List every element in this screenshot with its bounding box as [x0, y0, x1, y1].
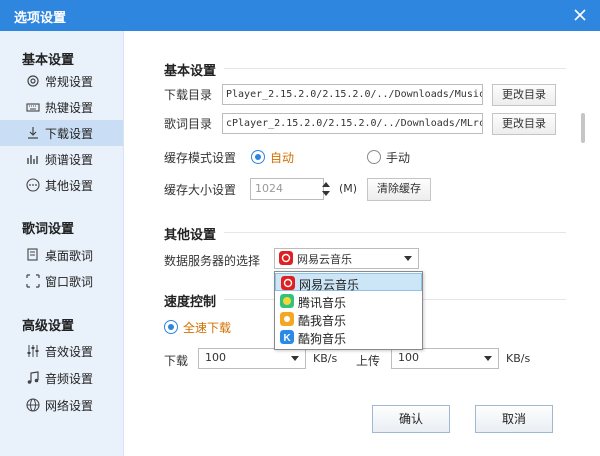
gear-icon	[27, 75, 39, 87]
chevron-down-icon	[291, 356, 299, 361]
server-option-tencent[interactable]: 腾讯音乐	[275, 292, 422, 310]
change-download-dir-button[interactable]: 更改目录	[492, 84, 556, 106]
chevron-down-icon	[484, 356, 492, 361]
scrollbar-thumb[interactable]	[581, 113, 585, 143]
change-lyrics-dir-button[interactable]: 更改目录	[492, 113, 556, 135]
sidebar-item-label: 常规设置	[45, 74, 94, 89]
sidebar-item-label: 热键设置	[45, 100, 94, 115]
window-lyrics-icon	[26, 274, 40, 288]
sidebar-item-audio[interactable]: 音频设置	[0, 365, 123, 391]
speed-control-title: 速度控制	[164, 295, 217, 310]
sidebar-item-label: 网络设置	[45, 398, 94, 413]
ok-button[interactable]: 确认	[372, 405, 450, 433]
lyrics-dir-field[interactable]: cPlayer_2.15.2.0/2.15.2.0/../Downloads/M…	[222, 113, 483, 134]
server-label: 数据服务器的选择	[164, 254, 261, 268]
server-option-label: 酷狗音乐	[298, 332, 347, 346]
window-title: 选项设置	[14, 11, 67, 26]
equalizer-icon	[27, 345, 39, 357]
sidebar-item-general[interactable]: 常规设置	[0, 68, 123, 94]
sidebar-item-sound-effects[interactable]: 音效设置	[0, 338, 123, 364]
spectrum-icon	[27, 155, 38, 164]
settings-content: 基本设置 下载目录 Player_2.15.2.0/2.15.2.0/../Do…	[124, 31, 600, 456]
download-speed-select[interactable]: 100	[198, 348, 306, 369]
server-select[interactable]: 网易云音乐	[274, 248, 419, 269]
download-dir-field[interactable]: Player_2.15.2.0/2.15.2.0/../Downloads/Mu…	[222, 84, 483, 105]
upload-speed-value: 100	[398, 351, 419, 364]
sidebar-item-download[interactable]: 下载设置	[0, 120, 123, 146]
download-unit: KB/s	[313, 352, 338, 365]
sidebar-item-label: 窗口歌词	[45, 274, 94, 289]
cache-unit: (M)	[339, 182, 358, 195]
close-button[interactable]	[570, 5, 590, 25]
sidebar-item-label: 音效设置	[45, 344, 94, 359]
kuwo-icon	[280, 312, 294, 326]
sidebar-item-network[interactable]: 网络设置	[0, 392, 123, 418]
download-icon	[28, 127, 38, 139]
full-speed-radio[interactable]	[164, 320, 178, 334]
sidebar-item-desktop-lyrics[interactable]: 桌面歌词	[0, 242, 123, 268]
sidebar-section-basic: 基本设置	[22, 53, 75, 68]
desktop-lyrics-icon	[27, 248, 38, 261]
netease-icon	[281, 276, 295, 290]
cache-size-input[interactable]: 1024	[250, 178, 324, 200]
options-dialog: 选项设置 基本设置 常规设置 热键设置 下载设置 频谱设置 其他设置 歌词设置	[0, 0, 600, 456]
sidebar-item-label: 其他设置	[45, 178, 94, 193]
server-dropdown-list: 网易云音乐 腾讯音乐 酷我音乐 K 酷狗音乐	[274, 271, 423, 350]
kugou-icon: K	[280, 330, 294, 344]
sidebar-item-label: 音频设置	[45, 371, 94, 386]
sidebar-item-label: 桌面歌词	[45, 248, 94, 263]
cache-manual-label[interactable]: 手动	[386, 149, 410, 166]
sidebar-section-advanced: 高级设置	[22, 319, 75, 334]
sidebar-item-other[interactable]: 其他设置	[0, 172, 123, 198]
download-speed-value: 100	[205, 351, 226, 364]
title-bar[interactable]: 选项设置	[0, 0, 600, 31]
sidebar-item-window-lyrics[interactable]: 窗口歌词	[0, 268, 123, 294]
sidebar-item-hotkeys[interactable]: 热键设置	[0, 94, 123, 120]
sidebar-section-lyrics: 歌词设置	[22, 222, 75, 237]
upload-speed-select[interactable]: 100	[391, 348, 499, 369]
sidebar-item-label: 下载设置	[45, 126, 94, 141]
lyrics-dir-label: 歌词目录	[164, 117, 213, 131]
download-dir-label: 下载目录	[164, 88, 213, 102]
server-option-kuwo[interactable]: 酷我音乐	[275, 310, 422, 328]
server-option-label: 酷我音乐	[298, 314, 347, 328]
basic-settings-title: 基本设置	[164, 64, 217, 79]
cancel-button[interactable]: 取消	[475, 405, 553, 433]
sidebar-item-spectrum[interactable]: 频谱设置	[0, 146, 123, 172]
download-speed-label: 下载	[164, 354, 189, 368]
divider	[224, 68, 566, 69]
server-option-label: 网易云音乐	[299, 278, 360, 292]
cache-mode-label: 缓存模式设置	[164, 151, 237, 165]
close-icon	[574, 9, 586, 21]
qqmusic-icon	[280, 294, 294, 308]
server-selected: 网易云音乐	[297, 253, 352, 266]
cache-size-label: 缓存大小设置	[164, 183, 237, 197]
sidebar-item-label: 频谱设置	[45, 152, 94, 167]
keyboard-icon	[26, 103, 40, 112]
cache-manual-radio[interactable]	[367, 150, 381, 164]
more-icon	[26, 178, 40, 192]
server-option-kugou[interactable]: K 酷狗音乐	[275, 328, 422, 346]
globe-icon	[26, 398, 40, 412]
divider	[224, 232, 566, 233]
other-settings-title: 其他设置	[164, 228, 217, 243]
chevron-down-icon	[404, 256, 412, 261]
upload-unit: KB/s	[506, 352, 531, 365]
upload-speed-label: 上传	[356, 354, 381, 368]
cache-auto-radio[interactable]	[251, 150, 265, 164]
server-option-netease[interactable]: 网易云音乐	[275, 273, 422, 292]
music-note-icon	[27, 371, 39, 384]
svg-text:K: K	[284, 333, 292, 344]
server-option-label: 腾讯音乐	[298, 296, 347, 310]
netease-icon	[279, 251, 293, 265]
cache-auto-label[interactable]: 自动	[270, 149, 294, 166]
full-speed-label[interactable]: 全速下载	[183, 319, 231, 336]
sidebar: 基本设置 常规设置 热键设置 下载设置 频谱设置 其他设置 歌词设置 桌面歌词	[0, 31, 124, 456]
clear-cache-button[interactable]: 清除缓存	[367, 178, 431, 201]
spinner-arrows-icon[interactable]	[320, 179, 332, 199]
